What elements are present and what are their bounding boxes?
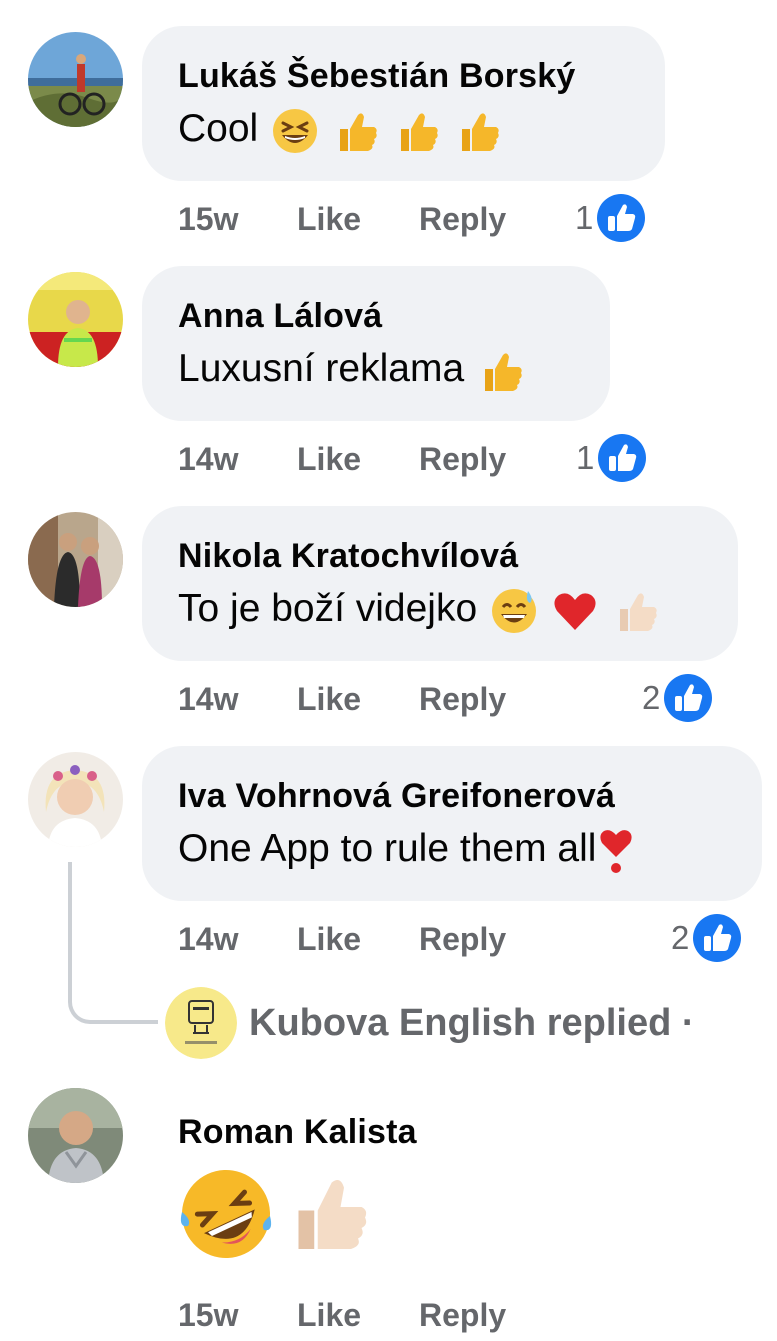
comment-timestamp[interactable]: 15w xyxy=(178,201,297,238)
reply-avatar xyxy=(165,987,237,1059)
avatar[interactable] xyxy=(28,272,123,367)
comment-text: Luxusní reklama xyxy=(178,344,574,395)
thumbs-up-icon xyxy=(332,107,380,155)
like-reaction-icon xyxy=(690,911,745,965)
comment-timestamp[interactable]: 14w xyxy=(178,681,297,718)
thumbs-up-light-icon xyxy=(612,587,660,635)
comment-bubble: Nikola Kratochvílová To je boží videjko xyxy=(142,506,738,661)
comment-actions: 15w Like Reply xyxy=(178,1293,539,1337)
reaction-count: 2 xyxy=(671,919,690,956)
comment-text-content: To je boží videjko xyxy=(178,587,478,630)
comment-text-content: One App to rule them all xyxy=(178,827,597,870)
comment-text: One App to rule them all xyxy=(178,824,726,875)
comment-actions: 14w Like Reply xyxy=(178,917,539,961)
reply-button[interactable]: Reply xyxy=(419,681,539,718)
comment-timestamp[interactable]: 15w xyxy=(178,1297,297,1334)
grinning-sweat-face-icon xyxy=(490,587,538,635)
comment-author[interactable]: Iva Vohrnová Greifonerová xyxy=(178,776,726,816)
comment-author[interactable]: Anna Lálová xyxy=(178,296,574,336)
comment-text-content: Luxusní reklama xyxy=(178,347,465,390)
reaction-count: 2 xyxy=(642,679,661,716)
like-reaction-icon xyxy=(595,431,650,485)
comment-bubble: Roman Kalista xyxy=(142,1082,442,1258)
comment-actions: 14w Like Reply xyxy=(178,677,539,721)
comment-author[interactable]: Nikola Kratochvílová xyxy=(178,536,702,576)
avatar[interactable] xyxy=(28,752,123,847)
laughing-face-icon xyxy=(271,107,319,155)
comment-text: Cool xyxy=(178,104,629,155)
reaction-summary[interactable]: 1 xyxy=(575,191,649,245)
reaction-summary[interactable]: 2 xyxy=(671,911,745,965)
reaction-count: 1 xyxy=(576,439,595,476)
comment-actions: 14w Like Reply xyxy=(178,437,539,481)
red-heart-icon xyxy=(551,587,599,635)
comment-timestamp[interactable]: 14w xyxy=(178,441,297,478)
like-button[interactable]: Like xyxy=(297,921,419,958)
thumbs-up-light-icon xyxy=(288,1172,372,1256)
reply-button[interactable]: Reply xyxy=(419,441,539,478)
heart-exclamation-icon xyxy=(598,827,634,875)
reaction-count: 1 xyxy=(575,199,594,236)
rolling-laughing-face-icon xyxy=(178,1166,274,1262)
comment-text xyxy=(178,1166,406,1262)
thumbs-up-icon xyxy=(454,107,502,155)
reply-button[interactable]: Reply xyxy=(419,1297,539,1334)
like-reaction-icon xyxy=(594,191,649,245)
thumbs-up-icon xyxy=(393,107,441,155)
like-button[interactable]: Like xyxy=(297,441,419,478)
comments-list: Lukáš Šebestián Borský Cool 15w Like Rep… xyxy=(0,0,777,1341)
avatar[interactable] xyxy=(28,512,123,607)
comment-actions: 15w Like Reply xyxy=(178,197,539,241)
like-button[interactable]: Like xyxy=(297,201,419,238)
like-reaction-icon xyxy=(661,671,716,725)
reaction-summary[interactable]: 1 xyxy=(576,431,650,485)
comment-author[interactable]: Roman Kalista xyxy=(178,1112,417,1152)
comment-bubble: Anna Lálová Luxusní reklama xyxy=(142,266,610,421)
comment-bubble: Iva Vohrnová Greifonerová One App to rul… xyxy=(142,746,762,901)
reply-button[interactable]: Reply xyxy=(419,921,539,958)
like-button[interactable]: Like xyxy=(297,681,419,718)
avatar[interactable] xyxy=(28,1088,123,1183)
reaction-summary[interactable]: 2 xyxy=(642,671,716,725)
like-button[interactable]: Like xyxy=(297,1297,419,1334)
avatar[interactable] xyxy=(28,32,123,127)
replies-link[interactable]: Kubova English replied · xyxy=(165,986,695,1060)
thumbs-up-icon xyxy=(477,347,525,395)
comment-author[interactable]: Lukáš Šebestián Borský xyxy=(178,56,629,96)
comment-timestamp[interactable]: 14w xyxy=(178,921,297,958)
replied-text[interactable]: Kubova English replied · xyxy=(249,1002,695,1045)
reply-button[interactable]: Reply xyxy=(419,201,539,238)
comment-text: To je boží videjko xyxy=(178,584,702,635)
reply-thread-line xyxy=(68,862,158,1024)
comment-text-content: Cool xyxy=(178,107,259,150)
comment-bubble: Lukáš Šebestián Borský Cool xyxy=(142,26,665,181)
